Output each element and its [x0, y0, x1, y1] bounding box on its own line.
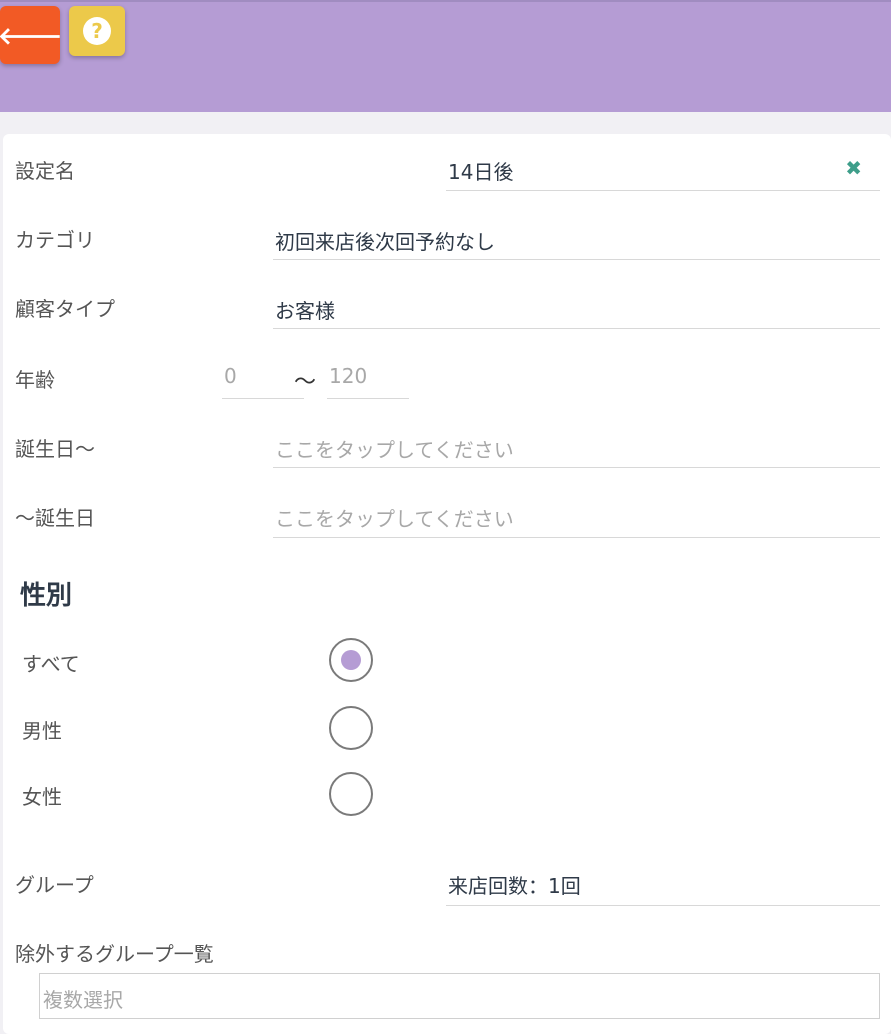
- birthday-from-input[interactable]: ここをタップしてください: [273, 428, 880, 468]
- age-max-value: 120: [329, 364, 368, 388]
- age-min-input[interactable]: 0: [222, 358, 304, 399]
- help-button[interactable]: ?: [69, 6, 125, 56]
- group-select[interactable]: 来店回数：1回: [446, 864, 880, 906]
- customer-type-select[interactable]: お客様: [273, 289, 880, 329]
- radio-selected-dot: [341, 650, 361, 670]
- gender-option-all-radio[interactable]: [329, 638, 373, 682]
- birthday-to-placeholder: ここをタップしてください: [275, 507, 514, 531]
- exclude-groups-multiselect[interactable]: 複数選択: [39, 973, 880, 1019]
- setting-name-value: 14日後: [448, 160, 514, 184]
- gender-option-male-label: 男性: [22, 719, 62, 743]
- gender-option-all-label: すべて: [22, 652, 80, 676]
- birthday-to-label: 〜誕生日: [15, 506, 95, 530]
- exclude-groups-label: 除外するグループ一覧: [15, 942, 214, 966]
- birthday-to-input[interactable]: ここをタップしてください: [273, 497, 880, 538]
- category-label: カテゴリ: [15, 228, 95, 252]
- group-label: グループ: [15, 873, 94, 897]
- clear-icon[interactable]: ✖: [845, 156, 862, 180]
- gender-option-female-radio[interactable]: [329, 772, 373, 816]
- age-max-input[interactable]: 120: [327, 358, 409, 399]
- app-header: 🡐 ?: [0, 0, 891, 112]
- birthday-from-placeholder: ここをタップしてください: [275, 438, 514, 462]
- gender-section-title: 性別: [20, 581, 73, 611]
- birthday-from-label: 誕生日〜: [15, 437, 95, 461]
- back-button[interactable]: 🡐: [0, 6, 63, 64]
- group-value: 来店回数：1回: [448, 874, 581, 898]
- gender-option-male-radio[interactable]: [329, 706, 373, 750]
- setting-name-input[interactable]: 14日後 ✖: [446, 150, 880, 191]
- exclude-groups-placeholder: 複数選択: [43, 988, 123, 1012]
- arrow-left-icon: 🡐: [0, 21, 63, 50]
- age-label: 年齢: [15, 368, 55, 392]
- customer-type-label: 顧客タイプ: [15, 297, 115, 321]
- question-icon: ?: [83, 17, 111, 45]
- category-select[interactable]: 初回来店後次回予約なし: [273, 220, 880, 260]
- customer-type-value: お客様: [275, 299, 335, 323]
- gender-option-female-label: 女性: [22, 785, 62, 809]
- age-range-separator: 〜: [294, 370, 317, 395]
- setting-name-label: 設定名: [15, 159, 75, 183]
- category-value: 初回来店後次回予約なし: [275, 230, 495, 254]
- age-min-value: 0: [224, 364, 237, 388]
